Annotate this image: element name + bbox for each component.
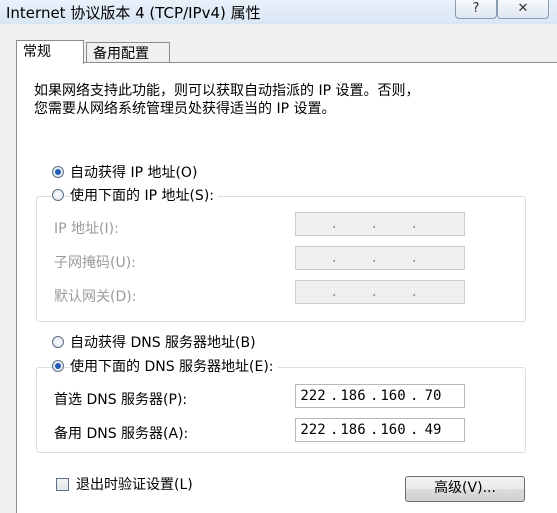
advanced-button-label: 高级(V)... — [434, 480, 496, 496]
intro-text-line2: 您需要从网络系统管理员处获得适当的 IP 设置。 — [34, 101, 336, 117]
advanced-button[interactable]: 高级(V)... — [405, 476, 525, 502]
tab-general[interactable]: 常规 — [16, 40, 84, 64]
close-button[interactable]: ✕ — [497, 0, 549, 19]
auto-ip-radio[interactable] — [52, 166, 64, 178]
alternate-dns-field[interactable]: 222. 186. 160. 49 — [295, 418, 465, 442]
preferred-dns-field[interactable]: 222. 186. 160. 70 — [295, 384, 465, 408]
default-gateway-label: 默认网关(D): — [54, 289, 137, 305]
default-gateway-field: . . . — [295, 280, 465, 304]
alternate-dns-label: 备用 DNS 服务器(A): — [54, 426, 189, 442]
tab-alternate-config-label: 备用配置 — [93, 46, 149, 62]
validate-on-exit-checkbox[interactable] — [56, 478, 69, 491]
title-bar: Internet 协议版本 4 (TCP/IPv4) 属性 ? ✕ — [0, 0, 557, 24]
ip-address-field: . . . — [295, 212, 465, 236]
ip-address-label: IP 地址(I): — [54, 221, 119, 237]
window-title: Internet 协议版本 4 (TCP/IPv4) 属性 — [6, 4, 261, 22]
auto-dns-radio[interactable] — [52, 336, 64, 348]
manual-dns-radio[interactable] — [52, 360, 64, 372]
help-button[interactable]: ? — [455, 0, 497, 19]
auto-ip-label[interactable]: 自动获得 IP 地址(O) — [70, 162, 197, 182]
tab-alternate-config[interactable]: 备用配置 — [86, 42, 170, 63]
tab-general-label: 常规 — [23, 44, 51, 60]
subnet-mask-label: 子网掩码(U): — [54, 255, 136, 271]
manual-ip-radio[interactable] — [52, 189, 64, 201]
manual-ip-label[interactable]: 使用下面的 IP 地址(S): — [70, 185, 218, 205]
preferred-dns-label: 首选 DNS 服务器(P): — [54, 392, 188, 408]
subnet-mask-field: . . . — [295, 246, 465, 270]
close-icon: ✕ — [517, 1, 529, 16]
validate-on-exit-label[interactable]: 退出时验证设置(L) — [76, 474, 193, 494]
intro-text-line1: 如果网络支持此功能，则可以获取自动指派的 IP 设置。否则， — [34, 83, 420, 99]
help-icon: ? — [472, 1, 480, 16]
auto-dns-label[interactable]: 自动获得 DNS 服务器地址(B) — [70, 332, 256, 352]
manual-dns-label[interactable]: 使用下面的 DNS 服务器地址(E): — [70, 356, 278, 376]
